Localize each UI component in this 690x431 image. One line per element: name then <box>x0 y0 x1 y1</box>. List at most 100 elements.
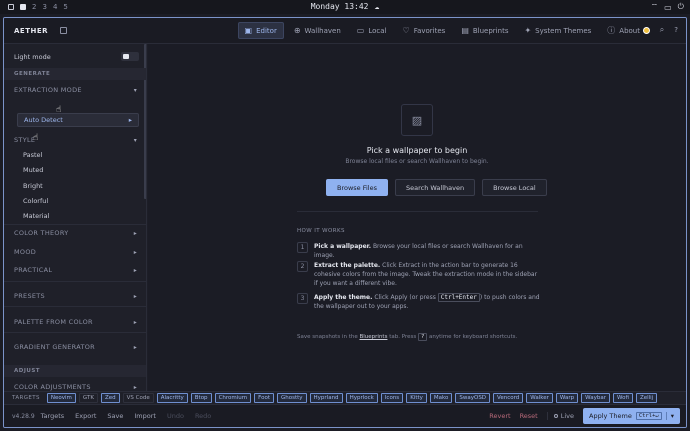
tab-label: About <box>619 26 640 35</box>
chevron-right-icon: ▸ <box>133 229 137 237</box>
workspace-4[interactable]: 4 <box>53 3 57 11</box>
tab-about[interactable]: ⓘ About <box>601 22 646 39</box>
system-tray: ⌔ ▭ ⏻ <box>651 2 684 12</box>
target-chip-neovim[interactable]: Neovim <box>46 393 76 403</box>
editor-icon: ▣ <box>244 26 253 35</box>
target-chip-chromium[interactable]: Chromium <box>214 393 252 403</box>
step-number: 1 <box>297 242 308 253</box>
target-chip-swayosd[interactable]: SwayOSD <box>455 393 491 403</box>
tab-label: System Themes <box>535 26 592 35</box>
extraction-mode-header[interactable]: EXTRACTION MODE ▾ <box>4 85 146 95</box>
target-chip-alacritty[interactable]: Alacritty <box>156 393 188 403</box>
target-chip-zellij[interactable]: Zellij <box>635 393 658 403</box>
target-chip-warp[interactable]: Warp <box>555 393 579 403</box>
mood-section[interactable]: MOOD ▸ <box>4 247 146 257</box>
shortcut-note: Save snapshots in the Blueprints tab. Pr… <box>297 333 517 341</box>
action-bar: v4.28.9 Targets Export Save Import Undo … <box>4 404 686 427</box>
chevron-right-icon: ▸ <box>133 248 137 256</box>
tab-editor[interactable]: ▣ Editor <box>237 22 284 39</box>
workspace-3[interactable]: 3 <box>42 3 46 11</box>
target-chip-btop[interactable]: Btop <box>190 393 212 403</box>
target-chip-vs-code[interactable]: VS Code <box>122 393 154 403</box>
clock[interactable]: Monday 13:42 ☁ <box>311 2 380 11</box>
target-chip-hyprland[interactable]: Hyprland <box>309 393 343 403</box>
undo-button[interactable]: Undo <box>167 412 184 420</box>
step-3: 3 Apply the theme. Click Apply (or press… <box>297 293 542 311</box>
blueprints-link[interactable]: Blueprints <box>360 334 388 340</box>
chevron-right-icon: ▸ <box>133 318 137 326</box>
apply-theme-button[interactable]: Apply Theme Ctrl+↵ ▾ <box>583 408 680 424</box>
style-bright[interactable]: Bright <box>23 182 43 190</box>
battery-icon[interactable]: ▭ <box>664 3 672 12</box>
target-chip-foot[interactable]: Foot <box>254 393 274 403</box>
launcher-icon[interactable] <box>8 4 14 10</box>
save-button[interactable]: Save <box>107 412 123 420</box>
live-toggle[interactable]: Live <box>546 412 574 420</box>
help-icon[interactable]: ? <box>674 26 678 34</box>
chevron-down-icon[interactable]: ▾ <box>665 412 674 420</box>
tab-wallhaven[interactable]: ⊕ Wallhaven <box>288 22 347 39</box>
tab-system-themes[interactable]: ✦ System Themes <box>518 22 597 39</box>
target-chip-walker[interactable]: Walker <box>526 393 553 403</box>
browse-files-button[interactable]: Browse Files <box>326 179 388 196</box>
target-chip-ghostty[interactable]: Ghostty <box>276 393 307 403</box>
color-theory-section[interactable]: COLOR THEORY ▸ <box>4 228 146 238</box>
import-button[interactable]: Import <box>134 412 156 420</box>
version-label: v4.28.9 <box>12 412 35 420</box>
power-icon[interactable]: ⏻ <box>678 2 684 12</box>
practical-section[interactable]: PRACTICAL ▸ <box>4 265 146 275</box>
pointer-cursor-icon: ☝ <box>56 105 62 115</box>
target-chip-waybar[interactable]: Waybar <box>581 393 610 403</box>
wifi-icon[interactable]: ⌔ <box>651 2 659 12</box>
sparkle-icon: ✦ <box>524 26 532 35</box>
target-chip-hyprlock[interactable]: Hyprlock <box>345 393 378 403</box>
target-chip-kitty[interactable]: Kitty <box>406 393 427 403</box>
workspace-5[interactable]: 5 <box>63 3 67 11</box>
divider <box>297 211 538 212</box>
note-text: tab. Press <box>387 334 418 340</box>
chevron-right-icon: ▸ <box>133 383 137 391</box>
step-body: Click Apply (or press <box>372 294 438 301</box>
main-tabs: ▣ Editor ⊕ Wallhaven ▭ Local ♡ Favorites ▤ Bl… <box>237 22 646 39</box>
workspace-1-active[interactable] <box>20 4 26 10</box>
style-material[interactable]: Material <box>23 212 49 220</box>
style-muted[interactable]: Muted <box>23 166 43 174</box>
targets-button[interactable]: Targets <box>41 412 65 420</box>
tab-favorites[interactable]: ♡ Favorites <box>397 22 452 39</box>
target-chip-zed[interactable]: Zed <box>100 393 120 403</box>
browse-local-button[interactable]: Browse Local <box>482 179 547 196</box>
gradient-generator-section[interactable]: GRADIENT GENERATOR ▸ <box>4 342 146 352</box>
search-wallhaven-button[interactable]: Search Wallhaven <box>395 179 476 196</box>
extraction-mode-select[interactable]: Auto Detect ▸ <box>17 113 139 127</box>
tab-local[interactable]: ▭ Local <box>351 22 393 39</box>
palette-from-color-section[interactable]: PALETTE FROM COLOR ▸ <box>4 317 146 327</box>
presets-section[interactable]: PRESETS ▸ <box>4 291 146 301</box>
app-window: AETHER ▣ Editor ⊕ Wallhaven ▭ Local ♡ Favori… <box>3 17 687 428</box>
redo-button[interactable]: Redo <box>195 412 211 420</box>
target-chip-vencord[interactable]: Vencord <box>493 393 524 403</box>
style-colorful[interactable]: Colorful <box>23 197 48 205</box>
search-icon[interactable]: ⌕ <box>660 25 664 35</box>
workspace-switcher: 2 3 4 5 <box>0 3 68 11</box>
step-1: 1 Pick a wallpaper. Browse your local fi… <box>297 242 542 260</box>
chevron-right-icon: ▸ <box>133 343 137 351</box>
step-text: Apply the theme. Click Apply (or press C… <box>314 293 542 311</box>
color-dot-icon[interactable] <box>642 26 650 34</box>
chevron-down-icon: ▾ <box>133 86 137 94</box>
workspace-2[interactable]: 2 <box>32 3 36 11</box>
target-chip-wofi[interactable]: Wofi <box>612 393 633 403</box>
color-adjustments-section[interactable]: COLOR ADJUSTMENTS ▸ <box>4 382 146 391</box>
step-number: 3 <box>297 293 308 304</box>
target-chip-icons[interactable]: Icons <box>380 393 404 403</box>
tab-label: Wallhaven <box>304 26 341 35</box>
sidebar-toggle-icon[interactable] <box>60 27 68 34</box>
target-chip-gtk[interactable]: GTK <box>78 393 98 403</box>
tab-blueprints[interactable]: ▤ Blueprints <box>455 22 514 39</box>
revert-button[interactable]: Revert <box>489 412 510 420</box>
style-pastel[interactable]: Pastel <box>23 151 42 159</box>
export-button[interactable]: Export <box>75 412 96 420</box>
light-mode-toggle[interactable] <box>121 52 139 61</box>
style-header[interactable]: STYLE ▾ <box>4 135 146 145</box>
reset-button[interactable]: Reset <box>520 412 538 420</box>
target-chip-mako[interactable]: Mako <box>429 393 453 403</box>
